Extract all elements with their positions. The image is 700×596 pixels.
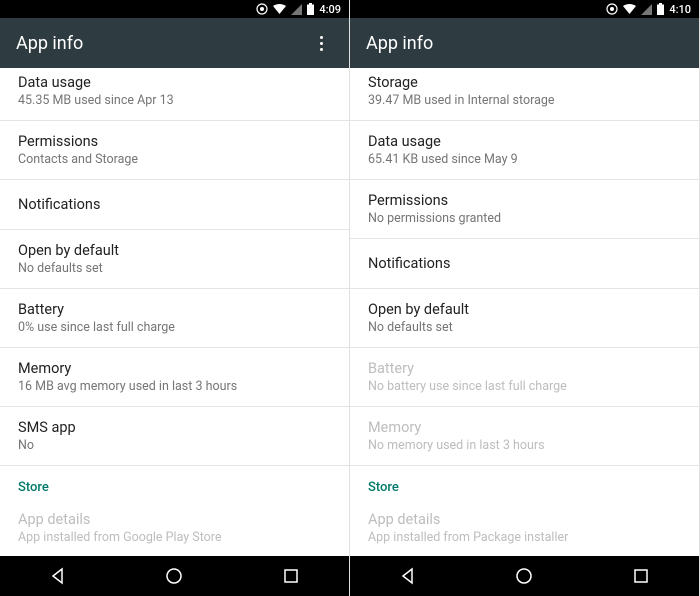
item-permissions[interactable]: Permissions Contacts and Storage [0, 121, 349, 180]
item-sub: 45.35 MB used since Apr 13 [18, 93, 331, 108]
item-sub: No battery use since last full charge [368, 379, 681, 394]
item-memory[interactable]: Memory 16 MB avg memory used in last 3 h… [0, 348, 349, 407]
nav-back-button[interactable] [373, 556, 443, 596]
item-title: Data usage [18, 74, 331, 91]
item-sub: No permissions granted [368, 211, 681, 226]
app-bar: App info [0, 18, 349, 68]
section-store: Store [350, 466, 699, 499]
settings-list: Storage 39.47 MB used in Internal storag… [350, 68, 699, 556]
item-sub: Contacts and Storage [18, 152, 331, 167]
nav-bar [0, 556, 349, 596]
app-bar: App info [350, 18, 699, 68]
item-battery: Battery No battery use since last full c… [350, 348, 699, 407]
battery-icon [307, 3, 314, 15]
item-storage[interactable]: Storage 39.47 MB used in Internal storag… [350, 68, 699, 121]
item-open-by-default[interactable]: Open by default No defaults set [0, 230, 349, 289]
item-title: App details [368, 511, 681, 528]
item-title: Permissions [368, 192, 681, 209]
item-sms-app[interactable]: SMS app No [0, 407, 349, 466]
nav-back-button[interactable] [23, 556, 93, 596]
status-time: 4:10 [669, 3, 691, 16]
item-title: Memory [18, 360, 331, 377]
item-sub: No [18, 438, 331, 453]
pane-left: 4:09 App info Data usage 45.35 MB used s… [0, 0, 350, 596]
cast-icon [256, 3, 268, 15]
nav-bar [350, 556, 699, 596]
nav-home-button[interactable] [489, 556, 559, 596]
item-title: Open by default [18, 242, 331, 259]
item-battery[interactable]: Battery 0% use since last full charge [0, 289, 349, 348]
nav-home-button[interactable] [139, 556, 209, 596]
item-sub: App installed from Package installer [368, 530, 681, 545]
item-notifications[interactable]: Notifications [350, 239, 699, 289]
item-title: Memory [368, 419, 681, 436]
item-title: SMS app [18, 419, 331, 436]
item-permissions[interactable]: Permissions No permissions granted [350, 180, 699, 239]
item-notifications[interactable]: Notifications [0, 180, 349, 230]
item-title: Data usage [368, 133, 681, 150]
nav-recent-button[interactable] [256, 556, 326, 596]
signal-icon [291, 4, 302, 15]
item-title: Storage [368, 74, 681, 91]
section-store: Store [0, 466, 349, 499]
item-app-details: App details App installed from Google Pl… [0, 499, 349, 556]
item-sub: 39.47 MB used in Internal storage [368, 93, 681, 108]
app-bar-title: App info [366, 33, 433, 54]
item-title: Notifications [18, 192, 331, 217]
settings-list: Data usage 45.35 MB used since Apr 13 Pe… [0, 68, 349, 556]
item-title: Open by default [368, 301, 681, 318]
item-data-usage[interactable]: Data usage 45.35 MB used since Apr 13 [0, 68, 349, 121]
item-sub: No defaults set [18, 261, 331, 276]
pane-right: 4:10 App info Storage 39.47 MB used in I… [350, 0, 700, 596]
item-title: App details [18, 511, 331, 528]
app-bar-title: App info [16, 33, 83, 54]
item-title: Notifications [368, 251, 681, 276]
item-sub: 0% use since last full charge [18, 320, 331, 335]
wifi-icon [273, 4, 286, 15]
signal-icon [641, 4, 652, 15]
item-sub: App installed from Google Play Store [18, 530, 331, 545]
item-title: Permissions [18, 133, 331, 150]
item-title: Battery [368, 360, 681, 377]
item-app-details: App details App installed from Package i… [350, 499, 699, 556]
item-data-usage[interactable]: Data usage 65.41 KB used since May 9 [350, 121, 699, 180]
item-title: Battery [18, 301, 331, 318]
item-sub: No defaults set [368, 320, 681, 335]
item-sub: 65.41 KB used since May 9 [368, 152, 681, 167]
overflow-menu-icon[interactable] [309, 31, 333, 55]
status-bar: 4:09 [0, 0, 349, 18]
nav-recent-button[interactable] [606, 556, 676, 596]
item-sub: No memory used in last 3 hours [368, 438, 681, 453]
status-time: 4:09 [319, 3, 341, 16]
item-sub: 16 MB avg memory used in last 3 hours [18, 379, 331, 394]
battery-icon [657, 3, 664, 15]
wifi-icon [623, 4, 636, 15]
item-open-by-default[interactable]: Open by default No defaults set [350, 289, 699, 348]
item-memory: Memory No memory used in last 3 hours [350, 407, 699, 466]
cast-icon [606, 3, 618, 15]
status-bar: 4:10 [350, 0, 699, 18]
